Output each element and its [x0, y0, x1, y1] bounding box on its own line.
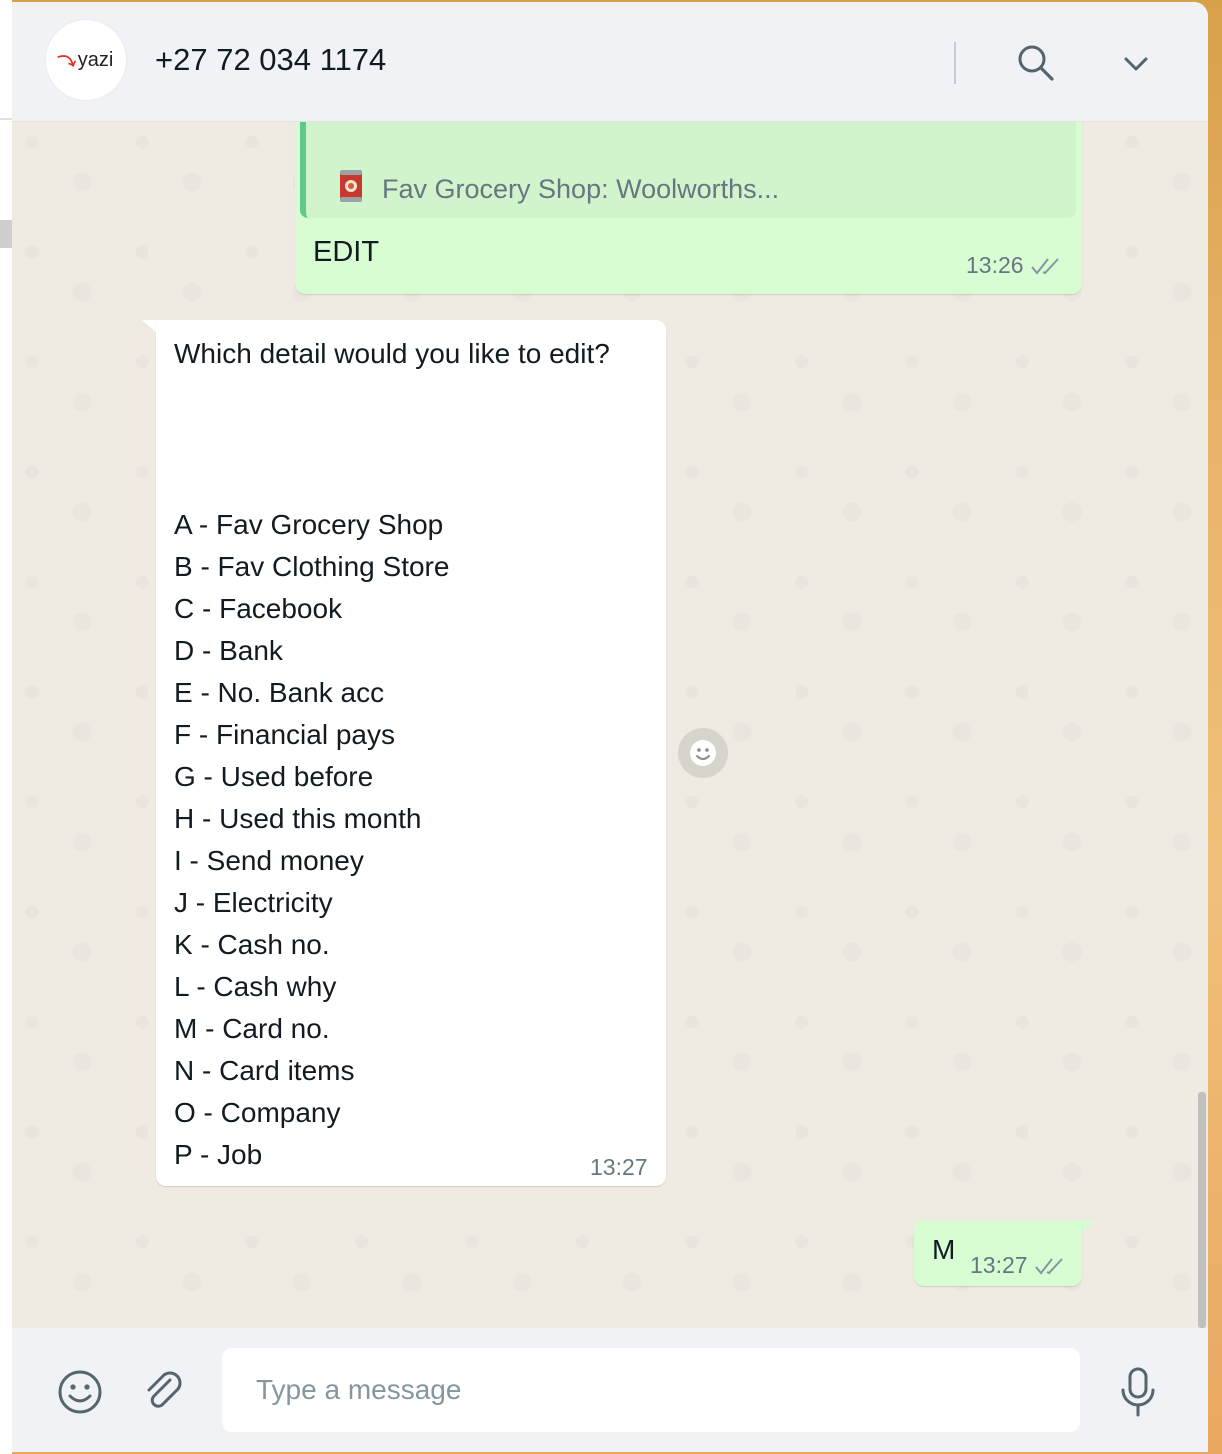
- message-time: 13:26: [966, 252, 1024, 278]
- message-meta: 13:27: [970, 1252, 1068, 1279]
- list-item: A - Fav Grocery Shop: [174, 509, 444, 540]
- yazi-logo: ⤵ yazi: [57, 48, 114, 74]
- quoted-message[interactable]: Fav Grocery Shop: Woolworths...: [300, 122, 1076, 218]
- double-check-icon: [1034, 1257, 1063, 1275]
- paperclip-icon[interactable]: [140, 1368, 186, 1414]
- list-item: I - Send money: [174, 845, 364, 876]
- option-list: A - Fav Grocery Shop B - Fav Clothing St…: [174, 504, 449, 1176]
- list-item: B - Fav Clothing Store: [174, 551, 450, 582]
- list-item: F - Financial pays: [174, 719, 395, 750]
- avatar[interactable]: ⤵ yazi: [46, 20, 126, 100]
- chat-window: ⤵ yazi +27 72 034 1174 Fav Grocery Shop:…: [12, 2, 1208, 1452]
- scrollbar[interactable]: [1198, 1092, 1206, 1328]
- tin-can-icon: [338, 168, 364, 204]
- background-window-edge: [0, 0, 12, 1454]
- list-item: O - Company: [174, 1097, 341, 1128]
- message-question: Which detail would you like to edit?: [174, 338, 610, 369]
- smiley-icon[interactable]: [56, 1368, 104, 1416]
- list-item: J - Electricity: [174, 887, 333, 918]
- chevron-down-icon[interactable]: [1116, 46, 1156, 82]
- incoming-message[interactable]: Which detail would you like to edit? A -…: [156, 320, 666, 1186]
- list-item: C - Facebook: [174, 593, 343, 624]
- edge-divider: [0, 118, 12, 120]
- message-time: 13:27: [590, 1154, 648, 1180]
- microphone-icon[interactable]: [1118, 1366, 1158, 1418]
- list-item: L - Cash why: [174, 971, 337, 1002]
- message-text: M: [932, 1234, 956, 1265]
- message-text: EDIT: [313, 236, 380, 268]
- edge-selection-marker: [0, 220, 12, 248]
- list-item: N - Card items: [174, 1055, 355, 1086]
- logo-text: yazi: [77, 48, 114, 71]
- header-divider: [954, 42, 956, 84]
- message-input[interactable]: [222, 1348, 1080, 1432]
- list-item: E - No. Bank acc: [174, 677, 385, 708]
- message-meta: 13:26: [966, 252, 1064, 279]
- message-list[interactable]: Fav Grocery Shop: Woolworths... EDIT 13:…: [12, 122, 1208, 1328]
- composer-bar: [12, 1328, 1208, 1452]
- list-item: P - Job: [174, 1139, 263, 1170]
- outgoing-message-edit[interactable]: Fav Grocery Shop: Woolworths... EDIT 13:…: [295, 122, 1082, 294]
- quoted-text: Fav Grocery Shop: Woolworths...: [382, 174, 780, 204]
- outgoing-message-reply[interactable]: M 13:27: [914, 1220, 1082, 1286]
- smiley-icon: [690, 740, 716, 766]
- list-item: K - Cash no.: [174, 929, 330, 960]
- message-time: 13:27: [970, 1252, 1028, 1278]
- list-item: D - Bank: [174, 635, 283, 666]
- react-emoji-button[interactable]: [678, 728, 728, 778]
- list-item: M - Card no.: [174, 1013, 330, 1044]
- contact-name[interactable]: +27 72 034 1174: [155, 42, 386, 78]
- chat-header: ⤵ yazi +27 72 034 1174: [12, 2, 1208, 122]
- outgoing-bubble-tail: [1080, 1220, 1096, 1234]
- double-check-icon: [1030, 257, 1059, 275]
- list-item: H - Used this month: [174, 803, 422, 834]
- logo-swoosh-icon: ⤵: [57, 51, 78, 74]
- list-item: G - Used before: [174, 761, 374, 792]
- search-icon[interactable]: [1015, 42, 1057, 84]
- message-meta: 13:27: [590, 1154, 648, 1181]
